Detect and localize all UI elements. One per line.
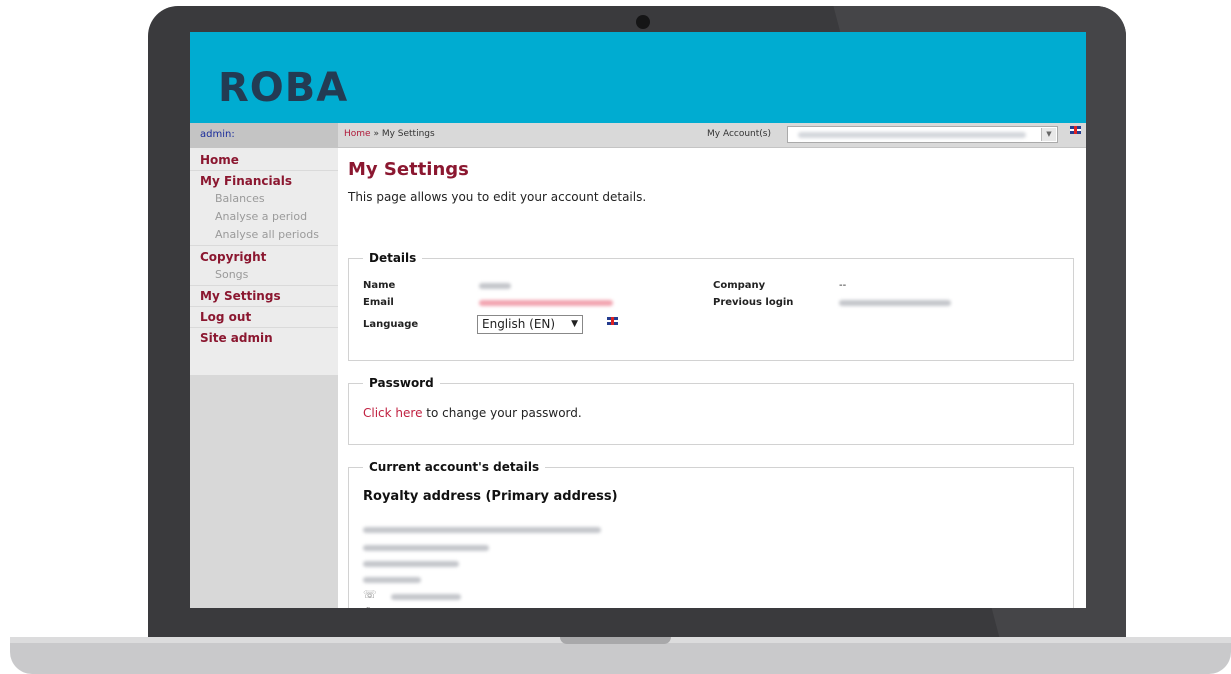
sidebar-item-analyse-period[interactable]: Analyse a period	[215, 210, 307, 223]
divider	[190, 306, 338, 307]
language-select-value: English (EN)	[482, 317, 556, 331]
password-text: Click here to change your password.	[363, 406, 582, 420]
account-panel: Current account's details Royalty addres…	[348, 460, 1074, 608]
name-value	[479, 283, 511, 289]
details-panel: Details Name Email Language English (EN)…	[348, 251, 1074, 361]
user-label: admin:	[200, 129, 235, 140]
password-text-rest: to change your password.	[422, 406, 582, 420]
company-label: Company	[713, 280, 766, 291]
divider	[190, 245, 338, 246]
password-panel: Password Click here to change your passw…	[348, 376, 1074, 445]
sidebar-item-copyright[interactable]: Copyright	[200, 250, 266, 264]
sidebar-menu: Home My Financials Balances Analyse a pe…	[190, 148, 338, 375]
address-line	[363, 527, 601, 533]
address-line	[363, 545, 489, 551]
divider	[190, 170, 338, 171]
company-value: --	[839, 280, 847, 291]
change-password-link[interactable]: Click here	[363, 406, 422, 420]
divider	[190, 327, 338, 328]
account-legend: Current account's details	[363, 460, 546, 474]
address-line	[363, 577, 421, 583]
sidebar-item-analyse-all-periods[interactable]: Analyse all periods	[215, 228, 319, 241]
camera-icon	[636, 15, 650, 29]
laptop-notch	[560, 637, 671, 644]
name-label: Name	[363, 280, 396, 291]
breadcrumb-separator: »	[370, 129, 382, 139]
previous-login-value	[839, 300, 951, 306]
uk-flag-icon[interactable]	[1070, 126, 1081, 134]
details-legend: Details	[363, 251, 423, 265]
email-label: Email	[363, 297, 394, 308]
previous-login-label: Previous login	[713, 297, 794, 308]
address-line	[363, 561, 459, 567]
account-select[interactable]: ▼	[787, 126, 1058, 143]
uk-flag-icon	[607, 317, 618, 325]
breadcrumb: Home » My Settings	[344, 129, 435, 139]
password-legend: Password	[363, 376, 440, 390]
phone-icon: ☏	[363, 588, 377, 601]
sidebar-item-log-out[interactable]: Log out	[200, 310, 251, 324]
sidebar-item-balances[interactable]: Balances	[215, 192, 265, 205]
page-title: My Settings	[348, 159, 469, 180]
language-label: Language	[363, 319, 419, 330]
language-select[interactable]: English (EN) ▼	[477, 315, 583, 334]
breadcrumb-current: My Settings	[381, 129, 435, 139]
chevron-down-icon: ▼	[571, 319, 578, 329]
address-title: Royalty address (Primary address)	[363, 489, 618, 504]
phone-value	[391, 594, 461, 600]
site-header: ROBA	[190, 32, 1086, 123]
page-intro: This page allows you to edit your accoun…	[348, 190, 647, 204]
sidebar-item-songs[interactable]: Songs	[215, 268, 248, 281]
fax-icon: ⎙	[363, 605, 372, 608]
divider	[190, 285, 338, 286]
sidebar-item-site-admin[interactable]: Site admin	[200, 331, 273, 345]
account-label: My Account(s)	[707, 129, 772, 139]
sidebar-item-home[interactable]: Home	[200, 153, 239, 167]
logo[interactable]: ROBA	[218, 66, 348, 110]
email-value[interactable]	[479, 300, 613, 306]
sidebar-item-my-settings[interactable]: My Settings	[200, 289, 281, 303]
screen: ROBA Home » My Settings My Account(s) ▼ …	[190, 32, 1086, 608]
account-select-value	[798, 132, 1026, 138]
chevron-down-icon[interactable]: ▼	[1041, 128, 1056, 141]
sidebar-item-my-financials[interactable]: My Financials	[200, 174, 292, 188]
sidebar-header: admin:	[190, 123, 338, 147]
breadcrumb-home-link[interactable]: Home	[344, 129, 371, 139]
sidebar: Home My Financials Balances Analyse a pe…	[190, 148, 338, 608]
